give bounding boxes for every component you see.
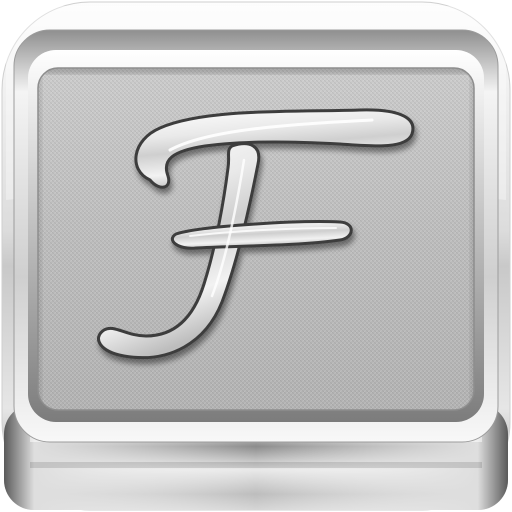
app-icon-artwork	[1, 1, 511, 511]
app-icon	[0, 0, 512, 512]
